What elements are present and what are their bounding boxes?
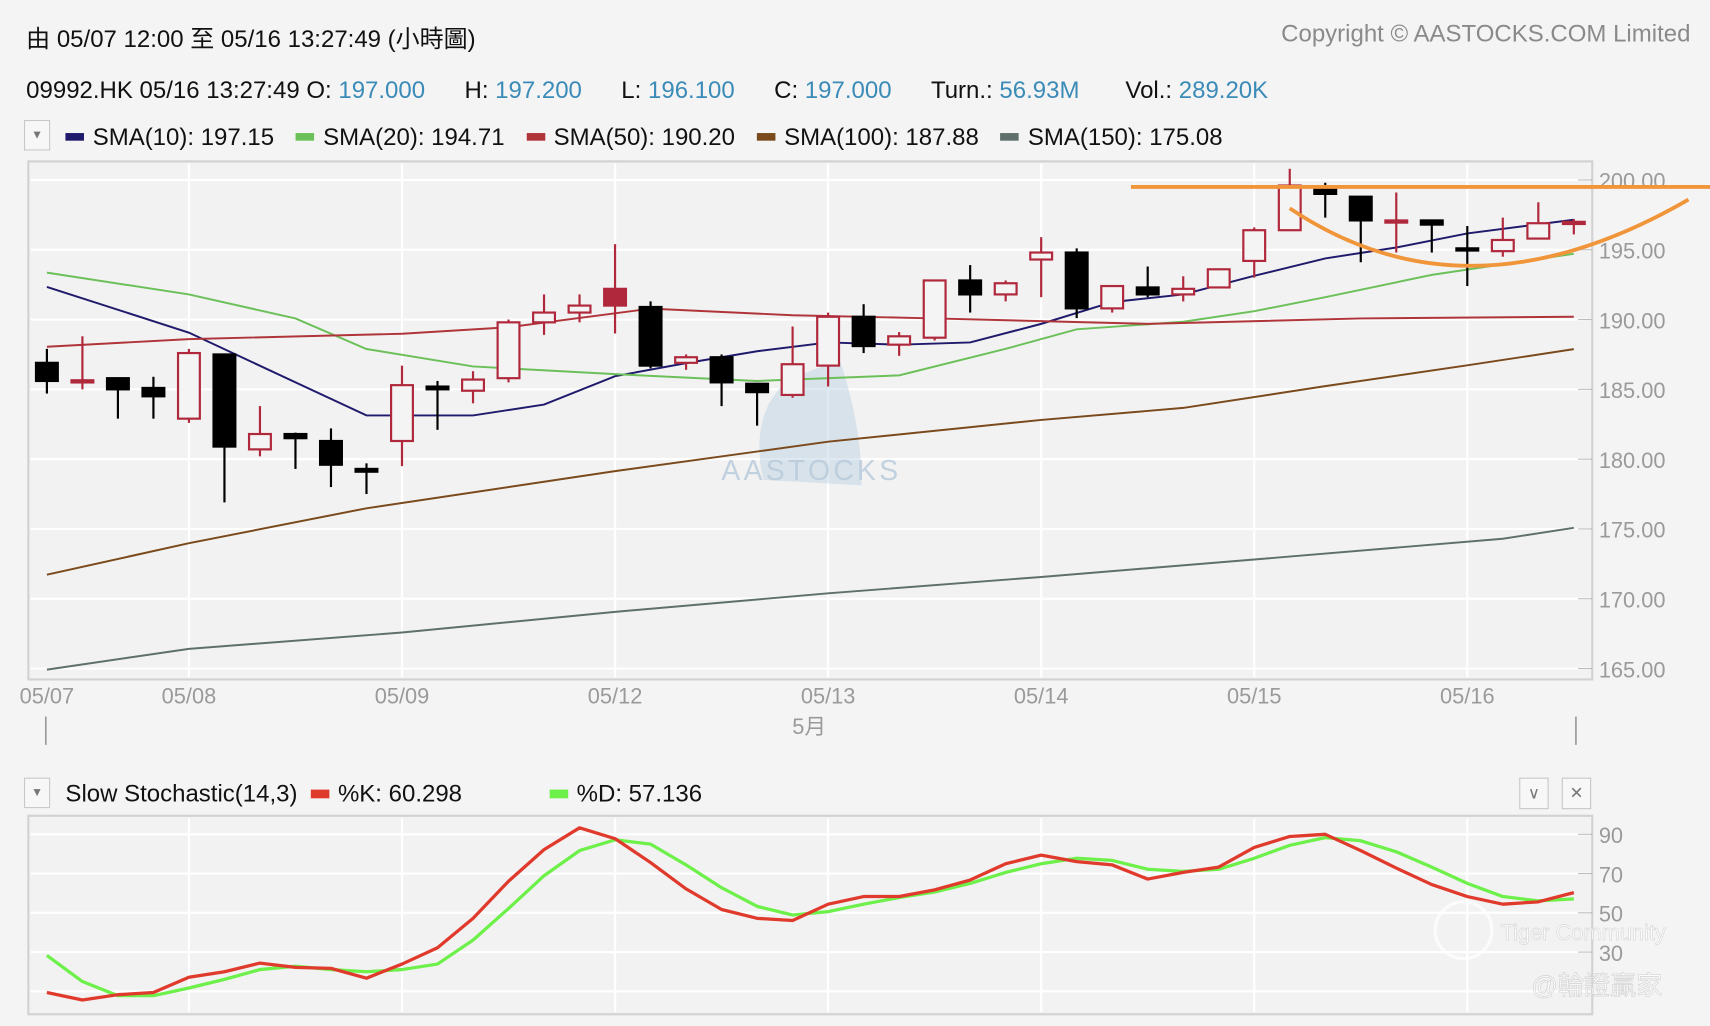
candle-body: [532, 311, 557, 324]
candle-body: [1064, 251, 1089, 310]
candle-body: [141, 386, 166, 398]
date-label: 05/16: [1440, 683, 1495, 708]
candle-body: [354, 467, 379, 473]
candle-body: [247, 432, 272, 451]
candle: [1206, 268, 1231, 289]
candle-body: [922, 279, 947, 339]
candle-body: [603, 287, 628, 307]
candle-body: [318, 439, 343, 466]
candle-body: [993, 282, 1018, 296]
candle-body: [1206, 268, 1231, 289]
candle-body: [1561, 220, 1586, 226]
price-tick-label: 180.00: [1599, 448, 1666, 473]
candle-body: [1348, 195, 1373, 222]
price-tick-label: 175.00: [1599, 518, 1666, 543]
stoch-tick-label: 70: [1599, 862, 1623, 887]
candle-body: [816, 315, 841, 367]
candle-body: [638, 305, 663, 367]
candle: [922, 279, 947, 341]
candle-body: [780, 363, 805, 397]
date-label: 05/08: [162, 683, 217, 708]
stoch-tick-label: 90: [1599, 823, 1623, 848]
candle-body: [1242, 229, 1267, 263]
candle: [638, 301, 663, 369]
candle-body: [1526, 222, 1551, 240]
candle-body: [1455, 247, 1480, 252]
date-label: 05/12: [588, 683, 643, 708]
tiger-watermark-text: Tiger Community: [1501, 920, 1666, 945]
date-label: 05/09: [375, 683, 430, 708]
candle-body: [496, 321, 521, 380]
candle-body: [176, 351, 201, 420]
price-tick-label: 195.00: [1599, 238, 1666, 263]
candle-body: [461, 378, 486, 392]
candle-body: [34, 361, 59, 383]
date-label: 05/07: [20, 683, 75, 708]
candle-body: [958, 279, 983, 296]
date-label: 05/13: [801, 683, 856, 708]
candle-body: [105, 377, 130, 391]
candle: [1064, 248, 1089, 319]
month-label: 5月: [792, 714, 826, 739]
candle-body: [1384, 219, 1409, 224]
candle-body: [887, 335, 912, 346]
candle-body: [389, 384, 414, 443]
candle-body: [1313, 187, 1338, 195]
candle-body: [1490, 238, 1515, 253]
aastocks-watermark-text: AASTOCKS: [721, 455, 901, 487]
date-label: 05/15: [1227, 683, 1282, 708]
candle-body: [745, 382, 770, 394]
candle-body: [1100, 284, 1125, 310]
candle-body: [674, 356, 699, 364]
candle-body: [1029, 251, 1054, 261]
candle-body: [1171, 287, 1196, 296]
price-tick-label: 165.00: [1599, 657, 1666, 682]
candle: [1100, 284, 1125, 313]
candle-body: [212, 353, 237, 448]
candle-body: [70, 379, 95, 384]
candle: [176, 348, 201, 423]
price-tick-label: 200.00: [1599, 169, 1666, 194]
price-tick-label: 185.00: [1599, 378, 1666, 403]
chart-page: 由 05/07 12:00 至 05/16 13:27:49 (小時圖) Cop…: [0, 0, 1710, 1026]
candle-body: [1277, 184, 1302, 232]
price-tick-label: 170.00: [1599, 587, 1666, 612]
candle-body: [567, 304, 592, 314]
candle-body: [1135, 286, 1160, 296]
price-tick-label: 190.00: [1599, 308, 1666, 333]
date-label: 05/14: [1014, 683, 1069, 708]
candle-body: [283, 432, 308, 440]
author-watermark-text: @輪證贏家: [1531, 971, 1662, 1001]
candle-body: [1419, 219, 1444, 226]
candle-body: [709, 356, 734, 384]
candle-body: [425, 385, 450, 391]
candle: [496, 319, 521, 383]
candle-body: [851, 315, 876, 348]
stoch-plot-frame: [27, 814, 1594, 1016]
chart-canvas: AASTOCKS 200.00 195.00 190.00 185.00 180.00 1…: [20, 160, 1710, 1016]
